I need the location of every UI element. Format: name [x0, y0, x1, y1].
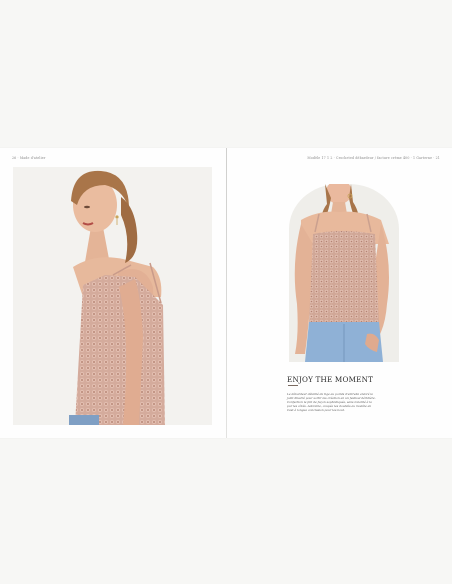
article-title: ENJOY THE MOMENT — [287, 375, 374, 384]
book-spine — [226, 148, 227, 438]
model-photo-front-view — [289, 184, 399, 362]
title-divider — [288, 385, 298, 386]
article-body: Le débardeur détaillé de tige au points … — [287, 392, 376, 413]
running-head-left: 26 · Made d'atelier — [12, 156, 46, 160]
body-line: Cest à longue conclusion pour les bout. — [287, 408, 345, 413]
running-head-right: Modèle 17 1 2 · Crocheted débardeur / fa… — [307, 156, 440, 160]
model-photo-side-view — [13, 167, 212, 425]
